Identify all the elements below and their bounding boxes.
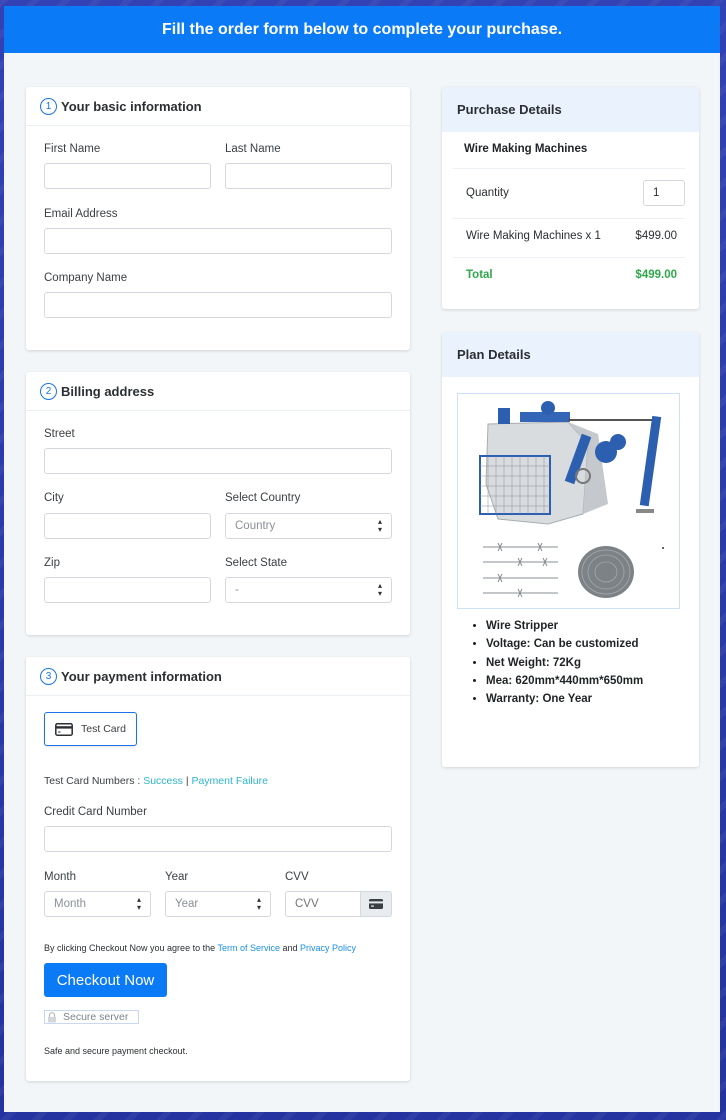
feature-item: Mea: 620mm*440mm*650mm: [486, 675, 643, 687]
select-arrows-icon: ▴ ▾: [377, 581, 382, 598]
line-item-row: Wire Making Machines x 1 $499.00: [452, 230, 685, 242]
year-select-value: Year: [175, 898, 199, 910]
zip-label: Zip: [44, 557, 60, 569]
country-select[interactable]: Country ▴ ▾: [225, 513, 392, 539]
feature-item: Wire Stripper: [486, 620, 643, 632]
credit-card-input[interactable]: [44, 826, 392, 852]
credit-card-icon: [369, 899, 383, 909]
purchase-details-card: Purchase Details Wire Making Machines Qu…: [442, 87, 699, 309]
zip-input[interactable]: [44, 577, 211, 603]
email-label: Email Address: [44, 208, 118, 220]
email-input[interactable]: [44, 228, 392, 254]
page-frame: Fill the order form below to complete yo…: [4, 6, 720, 1112]
plan-details-card: Plan Details • Wire Stripper • Voltage: …: [442, 332, 699, 767]
purchase-details-title: Purchase Details: [457, 102, 562, 117]
billing-header: 2 Billing address: [26, 372, 410, 411]
month-select-value: Month: [54, 898, 86, 910]
basic-info-header: 1 Your basic information: [26, 87, 410, 126]
agree-and: and: [282, 943, 298, 953]
payment-card: 3 Your payment information Test Card Tes…: [26, 657, 410, 1081]
line-item-name: Wire Making Machines x 1: [466, 230, 601, 242]
first-name-label: First Name: [44, 143, 101, 155]
section-title: Your basic information: [61, 98, 202, 114]
select-arrows-icon: ▴ ▾: [256, 895, 261, 912]
test-card-option[interactable]: Test Card: [44, 712, 137, 746]
city-input[interactable]: [44, 513, 211, 539]
select-arrows-icon: ▴ ▾: [377, 517, 382, 534]
feature-item: Voltage: Can be customized: [486, 638, 643, 650]
year-select[interactable]: Year ▴ ▾: [165, 891, 271, 917]
section-title: Billing address: [61, 383, 155, 399]
safe-checkout-note: Safe and secure payment checkout.: [44, 1046, 188, 1056]
line-item-price: $499.00: [635, 230, 677, 242]
state-select[interactable]: - ▴ ▾: [225, 577, 392, 603]
total-value: $499.00: [635, 269, 677, 281]
step-number-badge: 3: [40, 667, 57, 685]
cvv-input[interactable]: [285, 891, 361, 917]
agreement-text: By clicking Checkout Now you agree to th…: [44, 943, 356, 953]
purchase-details-header: Purchase Details: [442, 87, 699, 132]
divider: [452, 257, 685, 258]
feature-list: Wire Stripper Voltage: Can be customized…: [486, 620, 643, 711]
plan-details-title: Plan Details: [457, 347, 531, 362]
country-select-value: Country: [235, 520, 276, 532]
city-label: City: [44, 492, 64, 504]
total-label: Total: [466, 269, 493, 281]
divider: [452, 218, 685, 219]
banner-title: Fill the order form below to complete yo…: [161, 20, 563, 38]
payment-failure-link[interactable]: Payment Failure: [191, 775, 267, 787]
month-label: Month: [44, 871, 76, 883]
company-input[interactable]: [44, 292, 392, 318]
test-card-numbers: Test Card Numbers : Success | Payment Fa…: [44, 775, 268, 787]
first-name-input[interactable]: [44, 163, 211, 189]
quantity-label: Quantity: [466, 187, 509, 199]
secure-server-badge: Secure server: [44, 1010, 139, 1024]
cvv-label: CVV: [285, 871, 309, 883]
success-link[interactable]: Success: [143, 775, 183, 787]
step-number-badge: 1: [40, 97, 57, 115]
link-separator: |: [185, 775, 189, 787]
last-name-input[interactable]: [225, 163, 392, 189]
feature-item: Net Weight: 72Kg: [486, 657, 643, 669]
lock-icon: [48, 1011, 56, 1022]
cvv-addon: [360, 891, 392, 917]
state-select-value: -: [235, 584, 239, 596]
company-label: Company Name: [44, 272, 128, 284]
month-select[interactable]: Month ▴ ▾: [44, 891, 151, 917]
total-row: Total $499.00: [452, 269, 685, 281]
step-number-badge: 2: [40, 382, 57, 400]
basic-info-card: 1 Your basic information First Name Last…: [26, 87, 410, 350]
year-label: Year: [165, 871, 189, 883]
test-card-label: Test Card: [81, 723, 126, 735]
secure-server-label: Secure server: [63, 1011, 129, 1023]
last-name-label: Last Name: [225, 143, 281, 155]
wire-machine-illustration: [479, 401, 664, 598]
plan-details-header: Plan Details: [442, 332, 699, 377]
street-input[interactable]: [44, 448, 392, 474]
credit-card-icon: [55, 722, 73, 736]
payment-header: 3 Your payment information: [26, 657, 410, 696]
page-banner: Fill the order form below to complete yo…: [4, 6, 720, 53]
quantity-row: Quantity: [452, 179, 685, 207]
test-numbers-label: Test Card Numbers :: [44, 775, 141, 787]
credit-card-label: Credit Card Number: [44, 806, 147, 818]
billing-card: 2 Billing address Street City Select Cou…: [26, 372, 410, 635]
section-title: Your payment information: [61, 668, 222, 684]
product-image: [457, 393, 680, 609]
agree-prefix: By clicking Checkout Now you agree to th…: [44, 943, 216, 953]
street-label: Street: [44, 428, 75, 440]
product-name: Wire Making Machines: [464, 143, 588, 155]
terms-link[interactable]: Term of Service: [217, 943, 280, 953]
country-label: Select Country: [225, 492, 301, 504]
divider: [452, 168, 685, 169]
feature-item: Warranty: One Year: [486, 693, 643, 705]
privacy-link[interactable]: Privacy Policy: [300, 943, 356, 953]
checkout-button[interactable]: Checkout Now: [44, 963, 167, 997]
quantity-input[interactable]: [643, 180, 685, 206]
select-arrows-icon: ▴ ▾: [136, 895, 141, 912]
state-label: Select State: [225, 557, 288, 569]
